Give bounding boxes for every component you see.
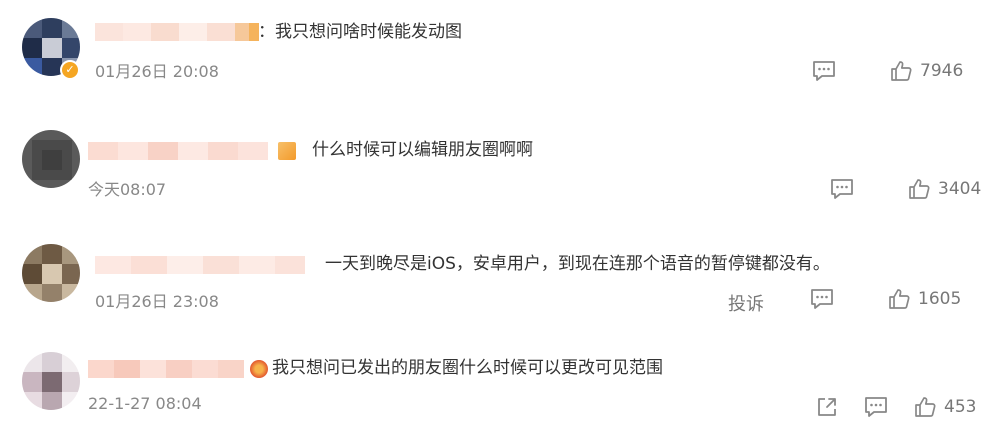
reply-button[interactable] <box>864 396 888 418</box>
like-count: 1605 <box>918 289 962 309</box>
comment-icon <box>865 397 887 417</box>
comment-text: 我只想问已发出的朋友圈什么时候可以更改可见范围 <box>272 358 663 378</box>
level-badge <box>278 142 296 160</box>
thumbs-up-icon <box>889 289 910 309</box>
like-count: 3404 <box>938 179 982 199</box>
username-blurred[interactable] <box>88 358 244 380</box>
like-count: 7946 <box>920 61 964 81</box>
like-button[interactable]: 3404 <box>908 178 981 200</box>
comment-icon <box>811 289 833 309</box>
like-count: 453 <box>944 397 977 417</box>
comment-icon <box>813 61 835 81</box>
comment-text: 一天到晚尽是iOS，安卓用户，到现在连那个语音的暂停键都没有。 <box>325 254 830 274</box>
username-blurred[interactable] <box>95 254 305 276</box>
reply-button[interactable] <box>810 288 834 310</box>
verified-icon: ✓ <box>60 60 80 80</box>
thumbs-up-icon <box>915 397 936 417</box>
username-blurred[interactable] <box>95 21 259 43</box>
level-badge <box>250 360 268 378</box>
comment-text: 什么时候可以编辑朋友圈啊啊 <box>312 140 533 160</box>
comment-text: ：我只想问啥时候能发动图 <box>258 22 462 42</box>
report-button[interactable]: 投诉 <box>728 290 764 316</box>
like-button[interactable]: 453 <box>914 396 976 418</box>
reply-button[interactable] <box>812 60 836 82</box>
comment-item: 一天到晚尽是iOS，安卓用户，到现在连那个语音的暂停键都没有。 01月26日 2… <box>0 226 1000 326</box>
comment-time: 01月26日 20:08 <box>95 62 219 81</box>
comment-time: 22-1-27 08:04 <box>88 394 202 413</box>
comment-item: 什么时候可以编辑朋友圈啊啊 今天08:07 3404 <box>0 112 1000 212</box>
avatar[interactable] <box>22 244 80 302</box>
like-button[interactable]: 1605 <box>888 288 961 310</box>
comment-time: 今天08:07 <box>88 180 167 199</box>
thumbs-up-icon <box>891 61 912 81</box>
comment-time: 01月26日 23:08 <box>95 292 219 311</box>
comment-icon <box>831 179 853 199</box>
comment-item: 我只想问已发出的朋友圈什么时候可以更改可见范围 22-1-27 08:04 45… <box>0 336 1000 436</box>
like-button[interactable]: 7946 <box>890 60 963 82</box>
username-blurred[interactable] <box>88 140 268 162</box>
share-icon <box>818 398 836 416</box>
reply-button[interactable] <box>830 178 854 200</box>
avatar[interactable] <box>22 130 80 188</box>
share-button[interactable] <box>816 396 838 418</box>
thumbs-up-icon <box>909 179 930 199</box>
comment-item: ✓ ：我只想问啥时候能发动图 01月26日 20:08 7946 <box>0 0 1000 100</box>
avatar[interactable] <box>22 352 80 410</box>
